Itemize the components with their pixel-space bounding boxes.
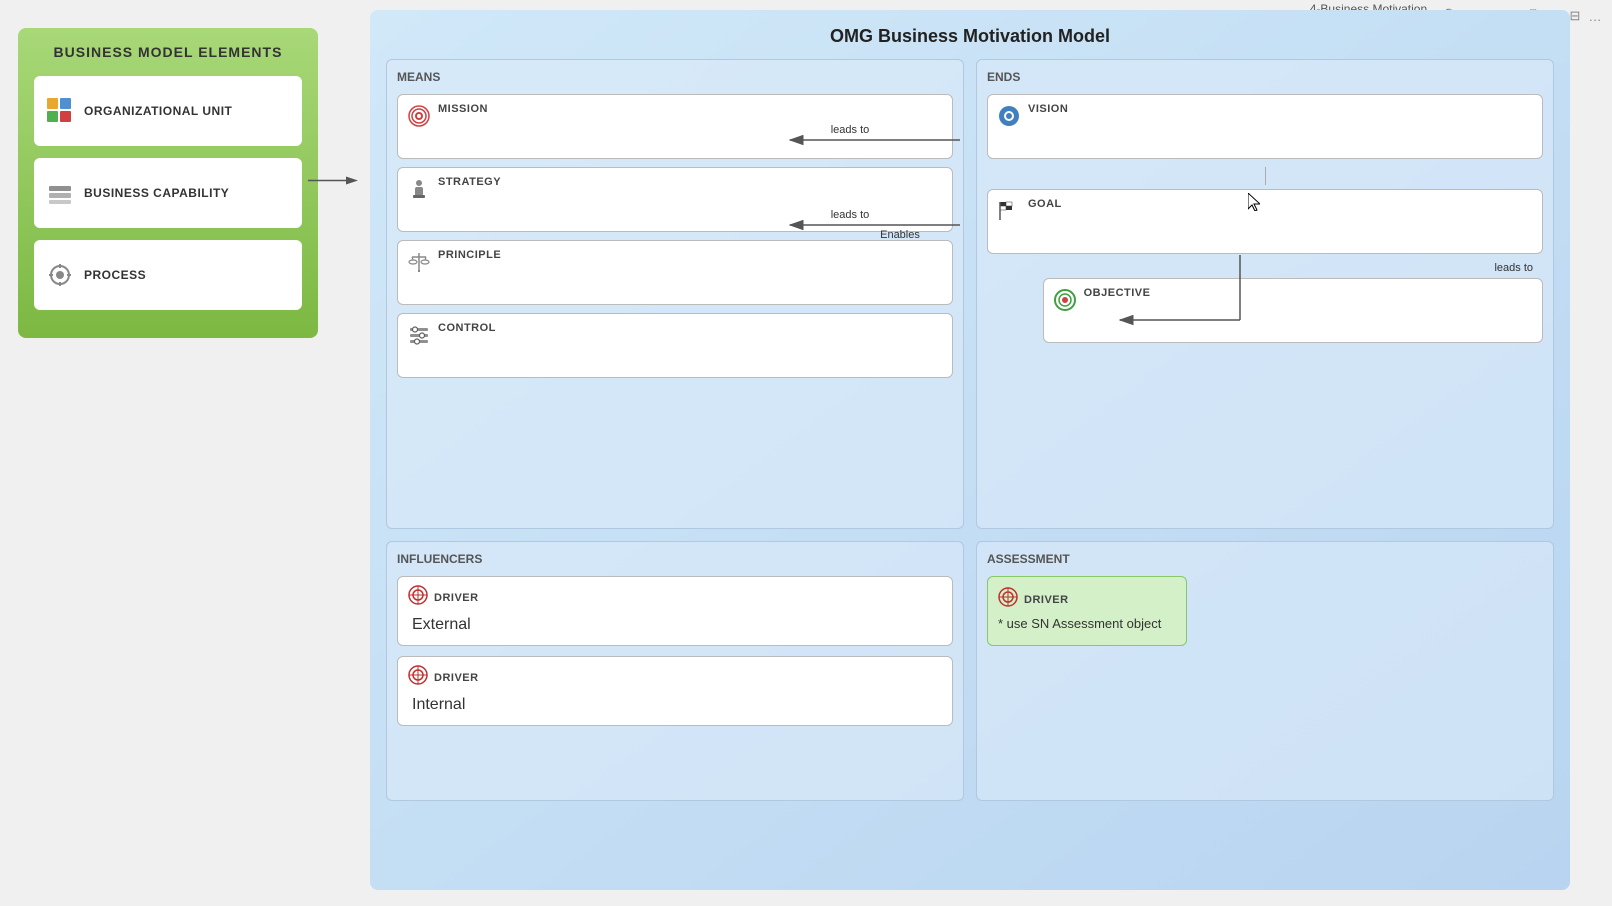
strategy-content: STRATEGY [438,176,942,188]
sidebar-item-org-unit-label: ORGANIZATIONAL UNIT [84,104,232,118]
mission-icon [408,105,430,127]
objective-box[interactable]: OBJECTIVE [1043,278,1543,343]
strategy-box[interactable]: STRATEGY [397,167,953,232]
goal-box[interactable]: GOAL [987,189,1543,254]
sidebar-item-process-label: PROCESS [84,268,146,282]
sidebar-title: BUSINESS MODEL ELEMENTS [34,44,302,60]
org-unit-icon [46,97,74,125]
mission-title: MISSION [438,103,942,115]
more-icon[interactable]: … [1588,7,1602,25]
vision-goal-connector [1265,167,1266,185]
goal-title: GOAL [1028,198,1532,210]
strategy-title: STRATEGY [438,176,942,188]
vision-icon [998,105,1020,127]
driver-assessment-title: DRIVER [1024,594,1069,606]
sidebar-item-biz-cap[interactable]: BUSINESS CAPABILITY [34,158,302,228]
process-icon [46,261,74,289]
sidebar-item-org-unit[interactable]: ORGANIZATIONAL UNIT [34,76,302,146]
driver-internal-title: DRIVER [434,672,479,684]
ends-panel: ENDS VISION [976,59,1554,529]
control-icon [408,324,430,346]
control-content: CONTROL [438,322,942,334]
principle-content: PRINCIPLE [438,249,942,261]
mission-content: MISSION [438,103,942,115]
means-panel: MEANS MISSION [386,59,964,529]
driver-external-box[interactable]: DRIVER External [397,576,953,646]
assessment-panel: ASSESSMENT DRIVER * use SN Assessment ob… [976,541,1554,801]
driver-external-text: External [408,616,942,634]
driver-assessment-box[interactable]: DRIVER * use SN Assessment object [987,576,1187,646]
principle-title: PRINCIPLE [438,249,942,261]
influencers-panel: INFLUENCERS DRIVER External [386,541,964,801]
biz-cap-icon [46,179,74,207]
principle-icon [408,251,430,273]
sidebar-item-process[interactable]: PROCESS [34,240,302,310]
diagram-title: OMG Business Motivation Model [386,26,1554,47]
assessment-label: ASSESSMENT [987,552,1543,566]
control-title: CONTROL [438,322,942,334]
sidebar-arrow [308,171,358,191]
strategy-icon [408,178,430,200]
objective-content: OBJECTIVE [1084,287,1532,299]
driver-internal-icon [408,665,428,690]
vision-content: VISION [1028,103,1532,115]
driver-external-icon [408,585,428,610]
mission-box[interactable]: MISSION [397,94,953,159]
grid-icon[interactable]: ⊟ [1568,7,1582,25]
ends-label: ENDS [987,70,1543,84]
main-diagram-area: OMG Business Motivation Model MEANS MIS [370,10,1570,890]
objective-icon [1054,289,1076,311]
leads-to-label-2: leads to [987,262,1543,274]
means-label: MEANS [397,70,953,84]
objective-title: OBJECTIVE [1084,287,1532,299]
control-box[interactable]: CONTROL [397,313,953,378]
driver-internal-text: Internal [408,696,942,714]
driver-assessment-text: * use SN Assessment object [998,616,1176,631]
sidebar-item-biz-cap-label: BUSINESS CAPABILITY [84,186,229,200]
goal-content: GOAL [1028,198,1532,210]
vision-title: VISION [1028,103,1532,115]
principle-box[interactable]: PRINCIPLE [397,240,953,305]
driver-external-title: DRIVER [434,592,479,604]
driver-assessment-icon [998,587,1018,612]
driver-internal-box[interactable]: DRIVER Internal [397,656,953,726]
goal-icon [998,200,1020,222]
sidebar: BUSINESS MODEL ELEMENTS ORGANIZATIONAL U… [18,28,318,338]
bottom-panels: INFLUENCERS DRIVER External [386,541,1554,801]
vision-box[interactable]: VISION [987,94,1543,159]
influencers-label: INFLUENCERS [397,552,953,566]
top-panels: MEANS MISSION [386,59,1554,529]
